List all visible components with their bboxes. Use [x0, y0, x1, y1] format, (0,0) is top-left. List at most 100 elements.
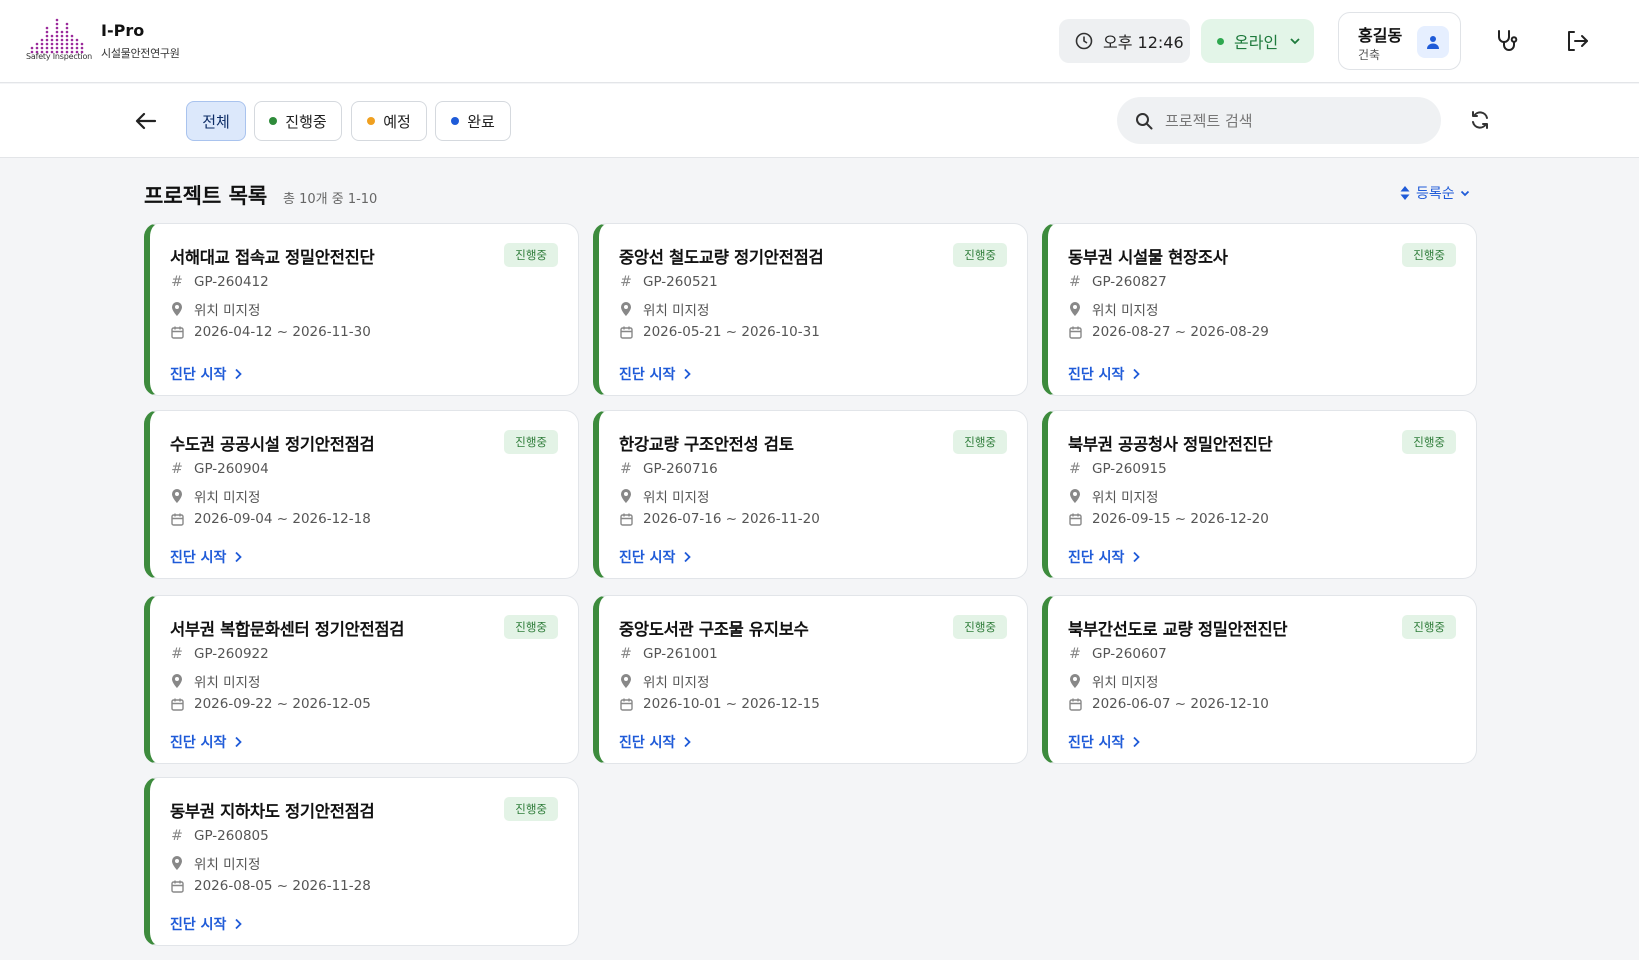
project-title: 북부권 공공청사 정밀안전진단 [1068, 435, 1273, 454]
hash-icon: # [620, 461, 632, 477]
start-diagnosis-link[interactable]: 진단 시작 [619, 547, 692, 567]
sort-dropdown[interactable]: 등록순 [1400, 183, 1471, 203]
project-code-row: # GP-260716 [619, 461, 718, 477]
user-profile-button[interactable]: 홍길동 건축 [1338, 12, 1461, 70]
calendar-icon [1068, 513, 1082, 526]
logout-button[interactable] [1562, 26, 1592, 56]
project-period-row: 2026-04-12 ~ 2026-11-30 [170, 324, 371, 340]
project-period: 2026-08-27 ~ 2026-08-29 [1092, 324, 1269, 340]
project-card[interactable]: 수도권 공공시설 정기안전점검 진행중 # GP-260904 위치 미지정 2… [144, 410, 579, 579]
project-code: GP-260521 [643, 274, 718, 290]
project-period-row: 2026-09-15 ~ 2026-12-20 [1068, 511, 1269, 527]
chevron-down-icon [1290, 38, 1300, 45]
chevron-right-icon [1133, 736, 1141, 748]
status-badge: 진행중 [953, 430, 1007, 454]
project-location-row: 위치 미지정 [170, 853, 260, 873]
project-location: 위치 미지정 [643, 303, 710, 319]
start-diagnosis-link[interactable]: 진단 시작 [170, 914, 243, 934]
chevron-right-icon [684, 736, 692, 748]
project-title: 수도권 공공시설 정기안전점검 [170, 435, 375, 454]
project-code: GP-260922 [194, 646, 269, 662]
chevron-right-icon [684, 368, 692, 380]
connection-status-dropdown[interactable]: 온라인 [1201, 19, 1314, 63]
project-card[interactable]: 서해대교 접속교 정밀안전진단 진행중 # GP-260412 위치 미지정 2… [144, 223, 579, 396]
project-card[interactable]: 중앙선 철도교량 정기안전점검 진행중 # GP-260521 위치 미지정 2… [593, 223, 1028, 396]
project-title: 서부권 복합문화센터 정기안전점검 [170, 620, 405, 639]
project-code-row: # GP-260521 [619, 274, 718, 290]
project-location-row: 위치 미지정 [619, 671, 709, 691]
project-period-row: 2026-09-22 ~ 2026-12-05 [170, 696, 371, 712]
start-diagnosis-label: 진단 시작 [170, 367, 227, 383]
start-diagnosis-link[interactable]: 진단 시작 [1068, 732, 1141, 752]
search-input[interactable] [1165, 111, 1425, 130]
start-diagnosis-link[interactable]: 진단 시작 [170, 547, 243, 567]
project-code: GP-260716 [643, 461, 718, 477]
start-diagnosis-link[interactable]: 진단 시작 [1068, 364, 1141, 384]
project-card[interactable]: 서부권 복합문화센터 정기안전점검 진행중 # GP-260922 위치 미지정… [144, 595, 579, 764]
location-pin-icon [1068, 302, 1082, 316]
start-diagnosis-label: 진단 시작 [1068, 550, 1125, 566]
project-card[interactable]: 동부권 시설물 현장조사 진행중 # GP-260827 위치 미지정 2026… [1042, 223, 1477, 396]
project-code: GP-260607 [1092, 646, 1167, 662]
hash-icon: # [171, 646, 183, 662]
chevron-right-icon [235, 368, 243, 380]
filter-scheduled-label: 예정 [383, 112, 411, 131]
refresh-button[interactable] [1465, 105, 1495, 135]
start-diagnosis-label: 진단 시작 [1068, 735, 1125, 751]
filter-in-progress[interactable]: 진행중 [254, 101, 342, 141]
start-diagnosis-link[interactable]: 진단 시작 [170, 732, 243, 752]
user-icon [1427, 36, 1439, 49]
filter-in-progress-label: 진행중 [285, 112, 327, 131]
project-period-row: 2026-08-27 ~ 2026-08-29 [1068, 324, 1269, 340]
filter-completed[interactable]: 완료 [435, 101, 511, 141]
calendar-icon [619, 513, 633, 526]
status-badge: 진행중 [504, 615, 558, 639]
project-code-row: # GP-260412 [170, 274, 269, 290]
project-code-row: # GP-260915 [1068, 461, 1167, 477]
project-location-row: 위치 미지정 [170, 671, 260, 691]
app-title: I-Pro [101, 21, 145, 40]
project-period: 2026-09-15 ~ 2026-12-20 [1092, 511, 1269, 527]
filter-all-label: 전체 [202, 112, 230, 131]
project-period: 2026-07-16 ~ 2026-11-20 [643, 511, 820, 527]
filter-scheduled[interactable]: 예정 [351, 101, 427, 141]
start-diagnosis-link[interactable]: 진단 시작 [1068, 547, 1141, 567]
calendar-icon [170, 326, 184, 339]
start-diagnosis-label: 진단 시작 [170, 735, 227, 751]
filter-all[interactable]: 전체 [186, 101, 246, 141]
refresh-icon [1472, 111, 1488, 129]
project-location: 위치 미지정 [643, 675, 710, 691]
location-pin-icon [170, 302, 184, 316]
start-diagnosis-label: 진단 시작 [619, 735, 676, 751]
stethoscope-button[interactable] [1492, 26, 1522, 56]
status-badge: 진행중 [1402, 615, 1456, 639]
logout-icon [1568, 31, 1588, 51]
status-badge: 진행중 [1402, 243, 1456, 267]
start-diagnosis-label: 진단 시작 [170, 550, 227, 566]
status-dot-icon [451, 117, 460, 125]
start-diagnosis-link[interactable]: 진단 시작 [619, 364, 692, 384]
project-card[interactable]: 한강교량 구조안전성 검토 진행중 # GP-260716 위치 미지정 202… [593, 410, 1028, 579]
project-card[interactable]: 북부권 공공청사 정밀안전진단 진행중 # GP-260915 위치 미지정 2… [1042, 410, 1477, 579]
calendar-icon [170, 880, 184, 893]
start-diagnosis-link[interactable]: 진단 시작 [170, 364, 243, 384]
project-location-row: 위치 미지정 [619, 299, 709, 319]
project-card[interactable]: 북부간선도로 교량 정밀안전진단 진행중 # GP-260607 위치 미지정 … [1042, 595, 1477, 764]
location-pin-icon [170, 674, 184, 688]
status-badge: 진행중 [504, 430, 558, 454]
hash-icon: # [620, 646, 632, 662]
location-pin-icon [1068, 489, 1082, 503]
calendar-icon [170, 513, 184, 526]
hash-icon: # [1069, 461, 1081, 477]
sort-icon [1400, 186, 1410, 200]
start-diagnosis-label: 진단 시작 [170, 917, 227, 933]
back-button[interactable] [131, 108, 161, 134]
project-card[interactable]: 중앙도서관 구조물 유지보수 진행중 # GP-261001 위치 미지정 20… [593, 595, 1028, 764]
start-diagnosis-link[interactable]: 진단 시작 [619, 732, 692, 752]
project-code: GP-260805 [194, 828, 269, 844]
filter-completed-label: 완료 [467, 112, 495, 131]
project-code: GP-261001 [643, 646, 718, 662]
project-title: 동부권 지하차도 정기안전점검 [170, 802, 375, 821]
project-card[interactable]: 동부권 지하차도 정기안전점검 진행중 # GP-260805 위치 미지정 2… [144, 777, 579, 946]
chevron-right-icon [1133, 368, 1141, 380]
